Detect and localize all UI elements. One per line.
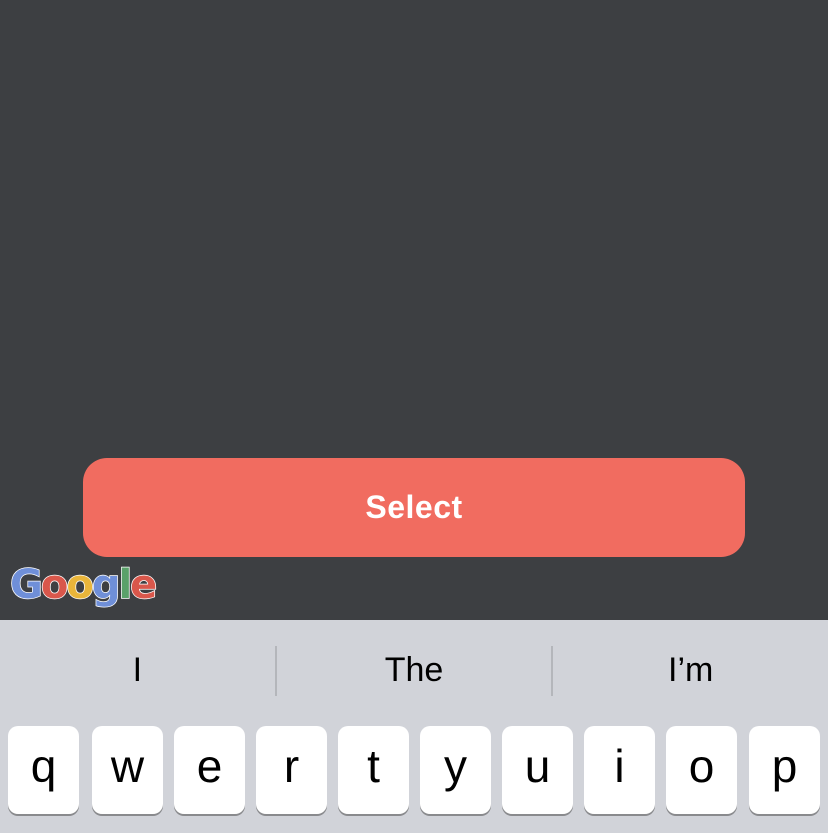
google-logo-letter: e	[129, 561, 158, 609]
key-q[interactable]: q	[8, 726, 79, 814]
google-logo-letter: o	[66, 561, 95, 609]
suggestion-2[interactable]: The	[277, 620, 552, 720]
google-logo-letter: g	[91, 561, 121, 609]
google-logo: Google	[9, 561, 158, 609]
key-p[interactable]: p	[749, 726, 820, 814]
select-button[interactable]: Select	[83, 458, 745, 557]
key-i[interactable]: i	[584, 726, 655, 814]
suggestion-3[interactable]: I’m	[553, 620, 828, 720]
key-r[interactable]: r	[256, 726, 327, 814]
google-logo-letter: G	[9, 561, 43, 609]
google-logo-letter: l	[118, 561, 133, 609]
key-o[interactable]: o	[666, 726, 737, 814]
key-row-1: q w e r t y u i o p	[8, 726, 820, 816]
key-t[interactable]: t	[338, 726, 409, 814]
select-button-label: Select	[365, 489, 463, 525]
suggestion-1[interactable]: I	[0, 620, 275, 720]
key-y[interactable]: y	[420, 726, 491, 814]
google-logo-letter: o	[40, 561, 69, 609]
screen: Select Google I The I’m q w e r t y u i …	[0, 0, 828, 833]
keyboard: I The I’m q w e r t y u i o p	[0, 620, 828, 833]
predictive-bar: I The I’m	[0, 620, 828, 720]
key-w[interactable]: w	[92, 726, 163, 814]
key-u[interactable]: u	[502, 726, 573, 814]
key-e[interactable]: e	[174, 726, 245, 814]
